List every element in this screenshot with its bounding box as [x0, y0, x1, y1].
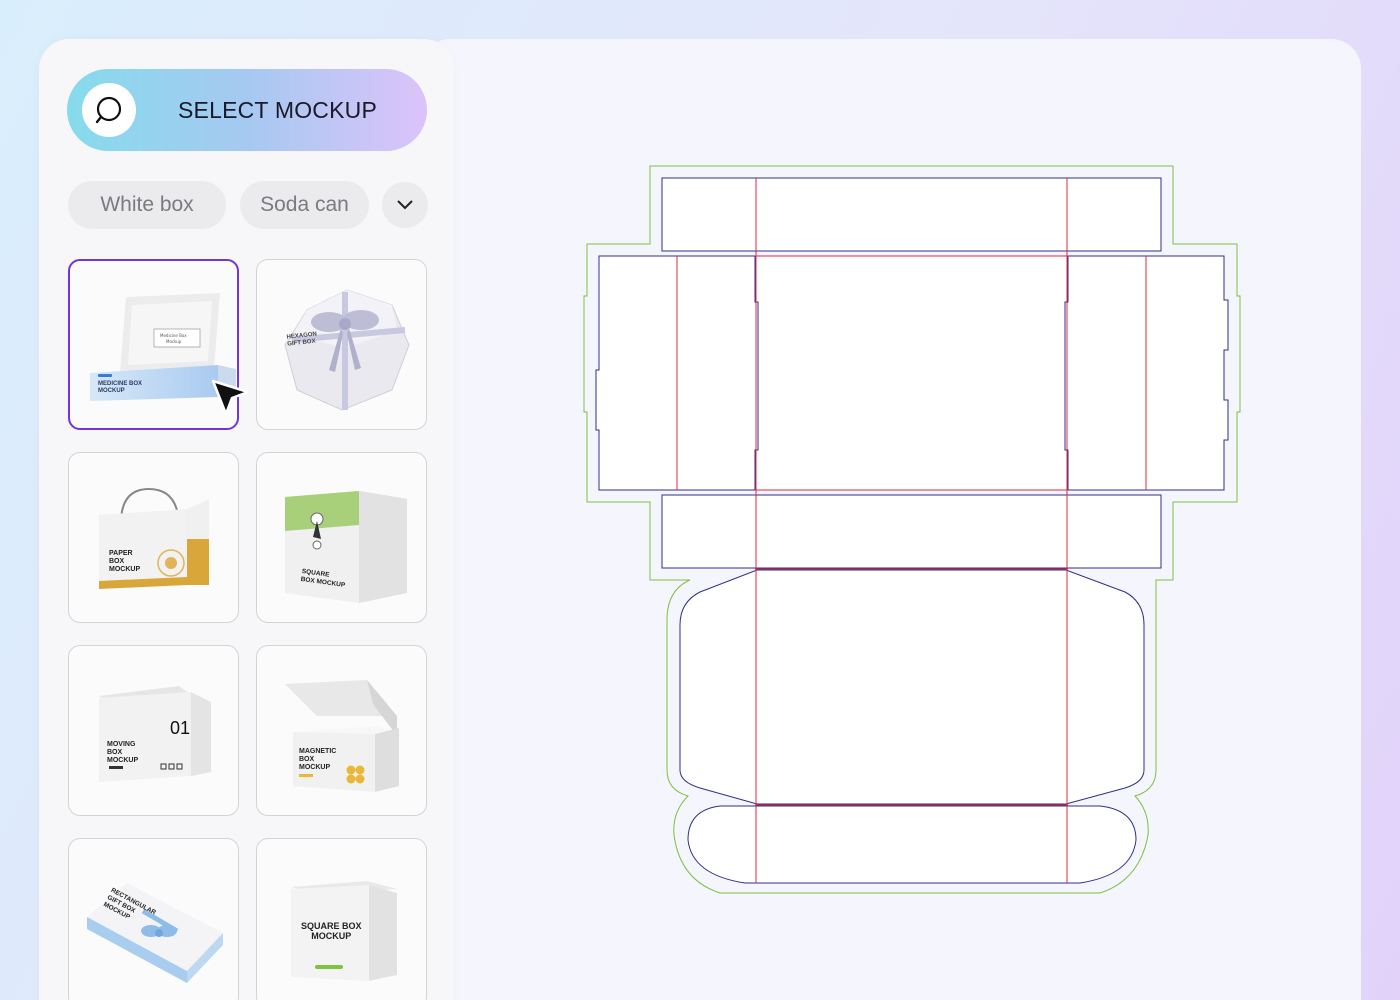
moving-box-image [99, 686, 211, 782]
select-mockup-button[interactable]: SELECT MOCKUP [67, 69, 427, 151]
mockup-label: MAGNETIC BOX MOCKUP [299, 748, 337, 771]
mouse-pointer-icon [211, 379, 250, 416]
square-box-image [285, 491, 407, 603]
mockup-sidebar: SELECT MOCKUP White box Soda can Medicin… [39, 39, 454, 1000]
mockup-tile-magnetic-box[interactable]: MAGNETIC BOX MOCKUP [256, 645, 427, 816]
square-box-2-image [291, 881, 397, 981]
mockup-label: MOVING BOX MOCKUP [107, 741, 139, 764]
svg-text:Medicine Box: Medicine Box [160, 333, 187, 338]
search-icon [82, 83, 136, 137]
mockup-tile-square-box[interactable]: SQUARE BOX MOCKUP [256, 452, 427, 623]
hexagon-box-image [284, 289, 410, 411]
moving-box-number: 01 [170, 718, 191, 738]
mockup-tile-square-box-2[interactable]: SQUARE BOX MOCKUP [256, 838, 427, 1000]
filter-dropdown-button[interactable] [382, 182, 428, 228]
mockup-label: MEDICINE BOX MOCKUP [98, 381, 143, 394]
filter-chip-soda-can[interactable]: Soda can [240, 181, 369, 229]
rectangular-gift-box-image [87, 883, 223, 983]
mockup-tile-hexagon-gift-box[interactable]: HEXAGON GIFT BOX [256, 259, 427, 430]
mockup-tile-paper-box[interactable]: PAPER BOX MOCKUP [68, 452, 239, 623]
mockup-label: PAPER BOX MOCKUP [109, 550, 141, 573]
svg-text:Mockup: Mockup [166, 339, 182, 344]
mockup-tile-moving-box[interactable]: 01 MOVING BOX MOCKUP [68, 645, 239, 816]
select-mockup-label: SELECT MOCKUP [178, 96, 377, 123]
paper-box-image [99, 487, 209, 589]
mockup-label: SQUARE BOX MOCKUP [301, 921, 362, 941]
magnetic-box-image [285, 680, 399, 792]
filter-chip-white-box[interactable]: White box [68, 181, 226, 229]
mockup-tile-rectangular-gift-box[interactable]: RECTANGULAR GIFT BOX MOCKUP [68, 838, 239, 1000]
chevron-down-icon [397, 200, 413, 210]
